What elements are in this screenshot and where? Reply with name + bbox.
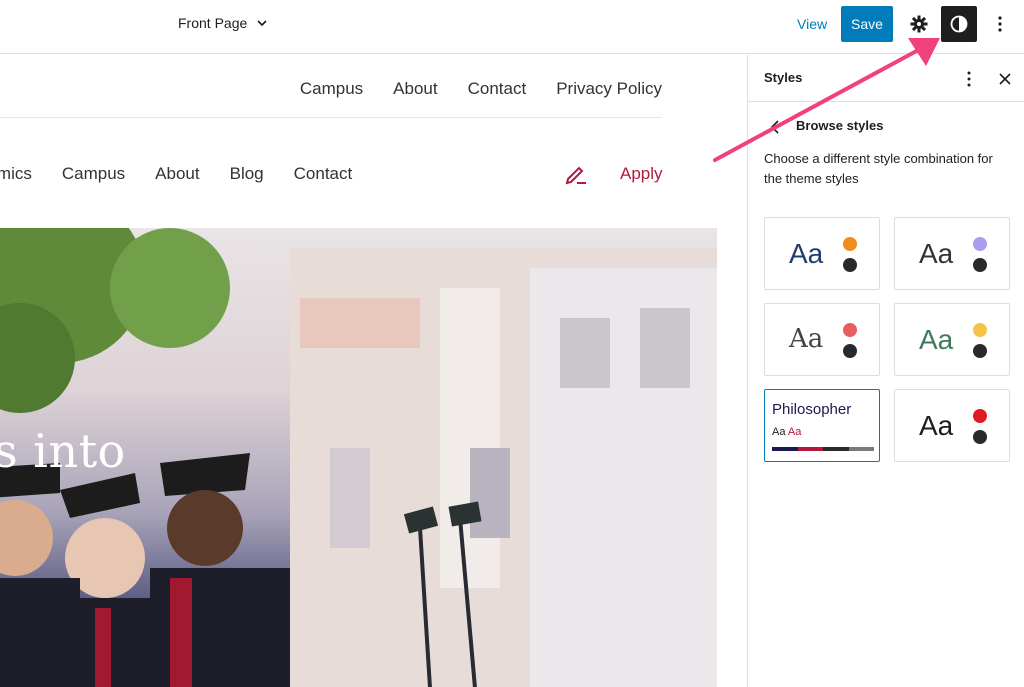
editor-canvas: Campus About Contact Privacy Policy demi… (0, 55, 747, 687)
palette-swatch (772, 447, 798, 451)
variation-preview-text: Aa (789, 238, 824, 269)
secondary-nav-item[interactable]: Campus (300, 79, 363, 99)
accent-color-swatch (973, 323, 987, 337)
accent-color-swatch (843, 237, 857, 251)
style-variation-card[interactable]: Aa (894, 389, 1010, 462)
chevron-left-icon[interactable] (766, 117, 786, 137)
variation-preview-text: Aa (919, 238, 954, 269)
view-button[interactable]: View (797, 16, 827, 32)
secondary-nav-item[interactable]: Contact (468, 79, 527, 99)
secondary-nav-item[interactable]: About (393, 79, 437, 99)
base-color-swatch (973, 430, 987, 444)
preview-text-accent: Aa (787, 426, 802, 438)
main-nav-item[interactable]: About (155, 164, 199, 184)
browse-styles-heading: Browse styles (796, 118, 884, 133)
header-divider (0, 117, 662, 118)
secondary-nav-item[interactable]: Privacy Policy (556, 79, 662, 99)
document-title: Front Page (178, 15, 248, 31)
accent-color-swatch (973, 237, 987, 251)
editor-toolbar: Front Page View Save (0, 0, 1024, 54)
style-variation-card[interactable]: Aa (764, 217, 880, 290)
styles-toggle-button[interactable] (941, 6, 977, 42)
style-variation-card[interactable]: Aa (764, 303, 880, 376)
base-color-swatch (843, 258, 857, 272)
gear-icon[interactable] (907, 12, 931, 36)
base-color-swatch (843, 344, 857, 358)
hero-image: s into (0, 228, 717, 687)
palette-swatch (797, 447, 823, 451)
variation-preview-text: Aa (919, 410, 954, 441)
style-variation-card[interactable]: Aa (894, 303, 1010, 376)
variation-preview-text: Aa (789, 324, 824, 354)
accent-color-swatch (973, 409, 987, 423)
main-nav-item[interactable]: Blog (230, 164, 264, 184)
palette-bar (772, 447, 874, 451)
close-icon[interactable] (993, 67, 1017, 91)
base-color-swatch (973, 344, 987, 358)
hero-heading: s into (0, 424, 126, 478)
main-navigation: demics Campus About Blog Contact (0, 164, 352, 184)
accent-color-swatch (843, 323, 857, 337)
pencil-signature-icon (565, 166, 586, 185)
palette-swatch (823, 447, 849, 451)
styles-sidebar: Styles Browse styles Choose a different … (747, 55, 1024, 687)
base-color-swatch (973, 258, 987, 272)
main-nav-item[interactable]: Campus (62, 164, 125, 184)
save-button[interactable]: Save (841, 6, 893, 42)
secondary-navigation: Campus About Contact Privacy Policy (300, 79, 662, 99)
chevron-down-icon (257, 20, 267, 27)
vertical-ellipsis-icon[interactable] (957, 67, 981, 91)
style-variation-philosopher[interactable]: Philosopher Aa Aa (764, 389, 880, 462)
variation-preview-text: Aa (919, 324, 954, 355)
variation-name: Philosopher (772, 401, 852, 418)
apply-link[interactable]: Apply (620, 164, 663, 184)
half-circle-contrast-icon (950, 15, 968, 33)
browse-styles-description: Choose a different style combination for… (764, 151, 993, 186)
main-nav-item[interactable]: Contact (294, 164, 353, 184)
sidebar-title: Styles (764, 70, 803, 85)
preview-text-base: Aa (772, 426, 786, 438)
vertical-ellipsis-icon[interactable] (988, 12, 1012, 36)
main-nav-item[interactable]: demics (0, 164, 32, 184)
document-title-dropdown[interactable]: Front Page (178, 15, 269, 31)
style-variation-card[interactable]: Aa (894, 217, 1010, 290)
variation-preview-text: Aa Aa (772, 426, 801, 438)
palette-swatch (848, 447, 874, 451)
sidebar-header: Styles (748, 55, 1024, 102)
